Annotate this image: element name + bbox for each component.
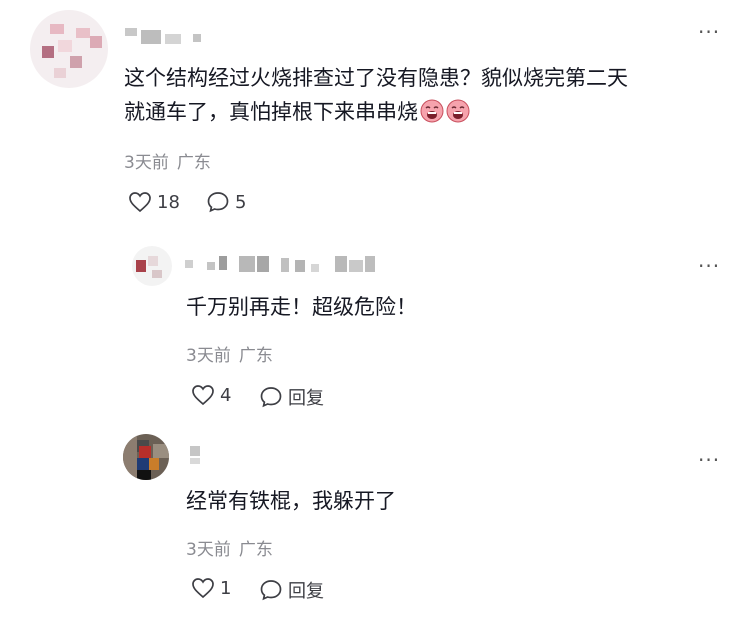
- reply-button[interactable]: 回复: [259, 577, 324, 603]
- comment-location: 广东: [238, 540, 273, 560]
- username[interactable]: [185, 254, 385, 274]
- comment-meta: 3天前 广东: [124, 148, 211, 173]
- reply-button[interactable]: 回复: [259, 384, 324, 410]
- speech-bubble-icon: [207, 192, 229, 213]
- comment-meta: 3天前 广东: [186, 535, 273, 560]
- speech-bubble-icon: [260, 580, 282, 601]
- comment-text-line: 这个结构经过火烧排查过了没有隐患？貌似烧完第二天: [124, 66, 628, 90]
- like-count: 1: [220, 577, 232, 599]
- reply-label: 回复: [288, 581, 324, 602]
- reply-count: 5: [235, 191, 247, 213]
- more-dots-icon[interactable]: ···: [698, 256, 720, 276]
- heart-outline-icon: [192, 578, 214, 599]
- crying-face-emoji: [446, 99, 470, 123]
- username[interactable]: [125, 28, 205, 48]
- comment-location: 广东: [238, 346, 273, 366]
- comment-text-line: 就通车了，真怕掉根下来串串烧: [124, 100, 418, 124]
- like-count: 18: [157, 191, 180, 213]
- comment-text: 千万别再走！超级危险！: [186, 295, 417, 319]
- comment-time: 3天前: [186, 540, 231, 560]
- more-dots-icon[interactable]: ···: [698, 450, 720, 470]
- comment-text: 经常有铁棍，我躲开了: [186, 489, 396, 513]
- more-dots-icon[interactable]: ···: [698, 22, 720, 42]
- like-count: 4: [220, 384, 232, 406]
- like-button[interactable]: 1: [191, 577, 231, 599]
- avatar[interactable]: [132, 246, 172, 286]
- like-button[interactable]: 18: [128, 191, 180, 213]
- comment-text: 这个结构经过火烧排查过了没有隐患？貌似烧完第二天 就通车了，真怕掉根下来串串烧: [124, 61, 628, 129]
- crying-face-emoji: [420, 99, 444, 123]
- comment-meta: 3天前 广东: [186, 341, 273, 366]
- like-button[interactable]: 4: [191, 384, 231, 406]
- reply-label: 回复: [288, 388, 324, 409]
- reply-button[interactable]: 5: [206, 191, 246, 213]
- username[interactable]: [190, 446, 210, 466]
- avatar[interactable]: [30, 10, 108, 88]
- comment-location: 广东: [176, 153, 211, 173]
- heart-outline-icon: [129, 192, 151, 213]
- avatar[interactable]: [123, 434, 169, 480]
- speech-bubble-icon: [260, 387, 282, 408]
- comment-time: 3天前: [186, 346, 231, 366]
- comment-time: 3天前: [124, 153, 169, 173]
- heart-outline-icon: [192, 385, 214, 406]
